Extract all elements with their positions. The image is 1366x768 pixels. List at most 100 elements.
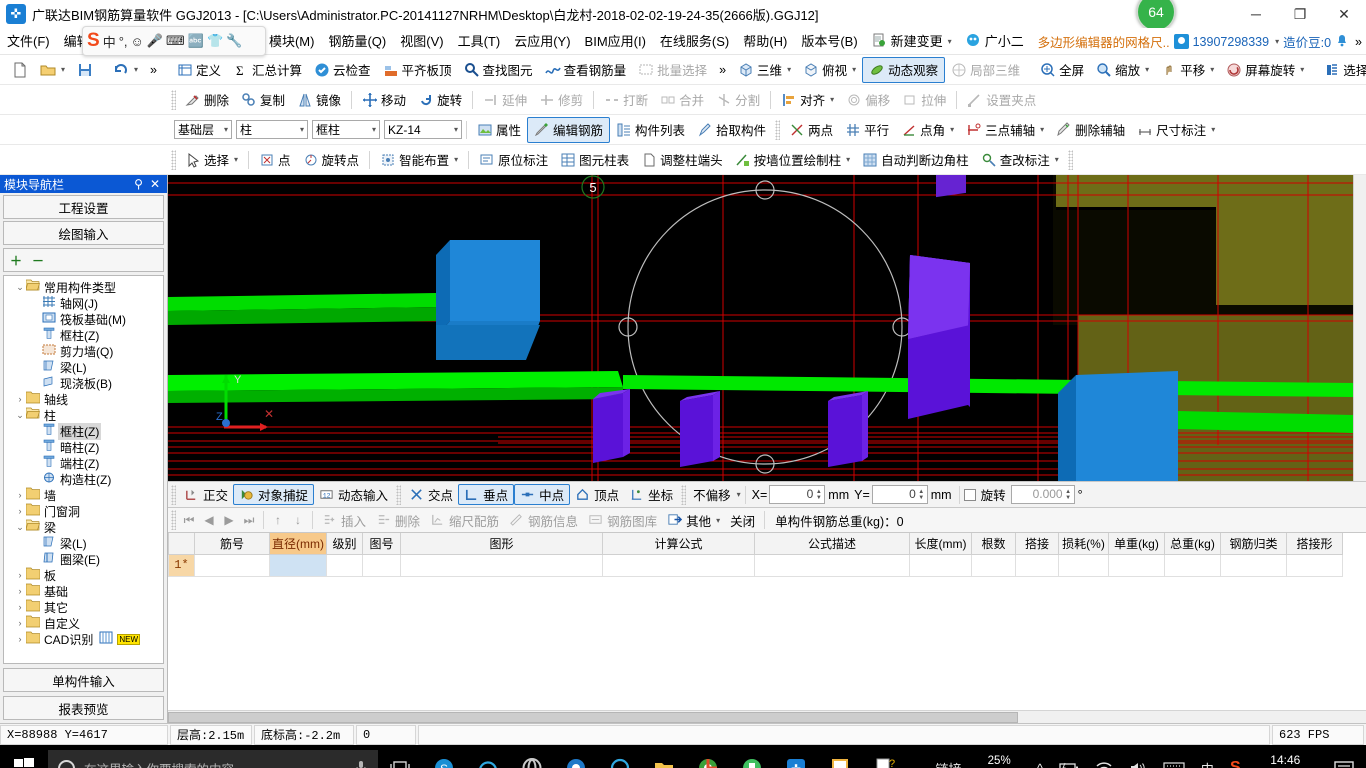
tree-item-17[interactable]: 圈梁(E) (4, 551, 163, 567)
taskbar-app-edge-legacy[interactable] (466, 745, 510, 768)
restore-button[interactable]: ❐ (1278, 0, 1322, 28)
fullscreen-button[interactable]: 全屏 (1034, 57, 1090, 83)
add-icon[interactable]: ＋ (10, 252, 22, 269)
close-icon[interactable]: ✕ (150, 177, 160, 191)
table-cell-5[interactable] (400, 553, 603, 577)
column-header-3[interactable]: 级别 (326, 533, 363, 555)
batch-select-button[interactable]: 批量选择 (632, 57, 713, 83)
table-cell-3[interactable] (326, 553, 363, 577)
offset-mode-label[interactable]: 不偏移 (689, 485, 735, 504)
three-d-button[interactable]: 三维 ▾ (732, 57, 797, 83)
start-button[interactable] (0, 745, 48, 768)
ime-chinese-toggle[interactable]: 中 (103, 32, 116, 51)
pin-icon[interactable]: ⚲ (134, 177, 143, 191)
parallel-button[interactable]: 平行 (839, 117, 895, 143)
tree-item-14[interactable]: › 门窗洞 (4, 503, 163, 519)
menu-item-tools[interactable]: 工具(T) (451, 28, 508, 55)
three-point-axis-button[interactable]: 三点辅轴 ▾ (960, 117, 1050, 143)
top-view-button[interactable]: 俯视 ▾ (797, 57, 862, 83)
project-settings-button[interactable]: 工程设置 (3, 195, 164, 219)
menu-overflow-button[interactable]: » (1355, 35, 1362, 49)
menu-item-file[interactable]: 文件(F) (0, 28, 57, 55)
taskbar-app-help-doc[interactable]: ? (862, 745, 906, 768)
floor-select[interactable]: 基础层 ▾ (174, 120, 232, 139)
new-file-button[interactable] (6, 57, 34, 83)
y-spinner[interactable]: ▲ ▼ (917, 487, 926, 502)
mirror-button[interactable]: 镜像 (291, 87, 347, 113)
column-header-10[interactable]: 搭接 (1015, 533, 1059, 555)
local-3d-button[interactable]: 局部三维 (945, 57, 1026, 83)
coin-label[interactable]: 造价豆:0 (1283, 32, 1331, 51)
point-angle-button[interactable]: 点角 ▾ (895, 117, 960, 143)
menu-item-help[interactable]: 帮助(H) (736, 28, 794, 55)
taskbar-app-ie[interactable] (598, 745, 642, 768)
volume-icon[interactable] (1121, 761, 1155, 768)
column-header-13[interactable]: 总重(kg) (1164, 533, 1221, 555)
trim-button[interactable]: 修剪 (533, 87, 589, 113)
open-file-button[interactable]: ▾ (34, 57, 71, 83)
search-input[interactable]: 在这里输入你要搜索的内容 (48, 750, 378, 768)
user-nick-button[interactable]: 广小二 (959, 28, 1031, 55)
table-cell-14[interactable] (1220, 553, 1287, 577)
nav-prev-button[interactable]: ◀ (199, 513, 219, 527)
split-button[interactable]: 分割 (710, 87, 766, 113)
vertex-snap-button[interactable]: 顶点 (570, 484, 624, 505)
tree-item-6[interactable]: 现浇板(B) (4, 375, 163, 391)
chevron-down-icon[interactable]: ⌄ (14, 282, 26, 293)
tree-item-0[interactable]: ⌄ 常用构件类型 (4, 279, 163, 295)
in-situ-label-button[interactable]: 原位标注 (473, 147, 554, 173)
table-row[interactable]: 1* (168, 553, 1343, 577)
undo-button[interactable]: ▾ (107, 57, 144, 83)
table-cell-12[interactable] (1108, 553, 1165, 577)
column-header-1[interactable]: 筋号 (194, 533, 270, 555)
column-header-6[interactable]: 计算公式 (602, 533, 755, 555)
pick-member-button[interactable]: 拾取构件 (691, 117, 772, 143)
offset-mode-chevron-icon[interactable]: ▾ (737, 490, 741, 499)
table-horizontal-scrollbar[interactable] (168, 710, 1366, 723)
tree-item-21[interactable]: › 自定义 (4, 615, 163, 631)
cloud-check-button[interactable]: 云检查 (308, 57, 377, 83)
single-member-input-button[interactable]: 单构件输入 (3, 668, 164, 692)
screen-rotate-button[interactable]: 屏幕旋转 ▾ (1220, 57, 1310, 83)
ime-keyboard-icon[interactable]: ⌨ (166, 33, 185, 49)
ime-floating-bar[interactable]: S 中 °, ☺ 🎤 ⌨ 🔤 👕 🔧 (82, 26, 266, 56)
align-slab-button[interactable]: 平齐板顶 (377, 57, 458, 83)
menu-item-view[interactable]: 视图(V) (393, 28, 450, 55)
table-cell-6[interactable] (602, 553, 755, 577)
subcategory-select[interactable]: 框柱 ▾ (312, 120, 380, 139)
rebar-table[interactable]: 筋号 直径(mm) 级别 图号 图形 计算公式 公式描述 长度(mm) 根数 搭接 损耗(%) 单重(… (168, 533, 1343, 577)
sogou-icon[interactable]: S (1222, 759, 1249, 768)
quick-overflow-button[interactable]: » (144, 57, 163, 83)
dimension-button[interactable]: 尺寸标注 ▾ (1131, 117, 1221, 143)
perpendicular-snap-button[interactable]: 垂点 (458, 484, 515, 505)
taskbar-app-ggj[interactable]: ✜ (774, 745, 818, 768)
delete-row-button[interactable]: 删除 (371, 511, 425, 530)
table-cell-8[interactable] (909, 553, 972, 577)
table-cell-7[interactable] (754, 553, 910, 577)
column-header-0[interactable] (168, 533, 195, 555)
y-input[interactable]: 0 ▲ ▼ (871, 485, 928, 504)
account-chevron-icon[interactable]: ▾ (1275, 37, 1279, 46)
rotate-point-button[interactable]: 旋转点 (297, 147, 366, 173)
menu-item-rebar[interactable]: 钢筋量(Q) (321, 28, 393, 55)
link-label[interactable]: 链接 (928, 759, 970, 768)
toolbar-draw-gripper[interactable] (171, 149, 176, 170)
nav-last-button[interactable]: ⏭ (239, 513, 259, 528)
chevron-right-icon[interactable]: › (14, 490, 26, 500)
menu-item-version[interactable]: 版本号(B) (794, 28, 864, 55)
ime-emoji-icon[interactable]: ☺ (131, 34, 144, 49)
pan-button[interactable]: 平移 ▾ (1155, 57, 1220, 83)
row-number[interactable]: 1* (168, 553, 195, 577)
select-floor-button[interactable]: 选择楼层 (1318, 57, 1366, 83)
align-button[interactable]: 对齐 ▾ (775, 87, 840, 113)
nav-first-button[interactable]: ⏮ (179, 513, 199, 528)
chevron-right-icon[interactable]: › (14, 634, 26, 644)
keyboard-icon[interactable] (1155, 761, 1193, 768)
offset-button[interactable]: 偏移 (840, 87, 896, 113)
3d-viewport[interactable]: 5 Y ✕ Z (168, 175, 1353, 481)
tree-item-18[interactable]: › 板 (4, 567, 163, 583)
chevron-down-icon[interactable]: ▾ (948, 28, 952, 55)
insert-row-button[interactable]: 插入 (317, 511, 371, 530)
x-spinner[interactable]: ▲ ▼ (814, 487, 823, 502)
taskbar-app-notepad[interactable] (818, 745, 862, 768)
